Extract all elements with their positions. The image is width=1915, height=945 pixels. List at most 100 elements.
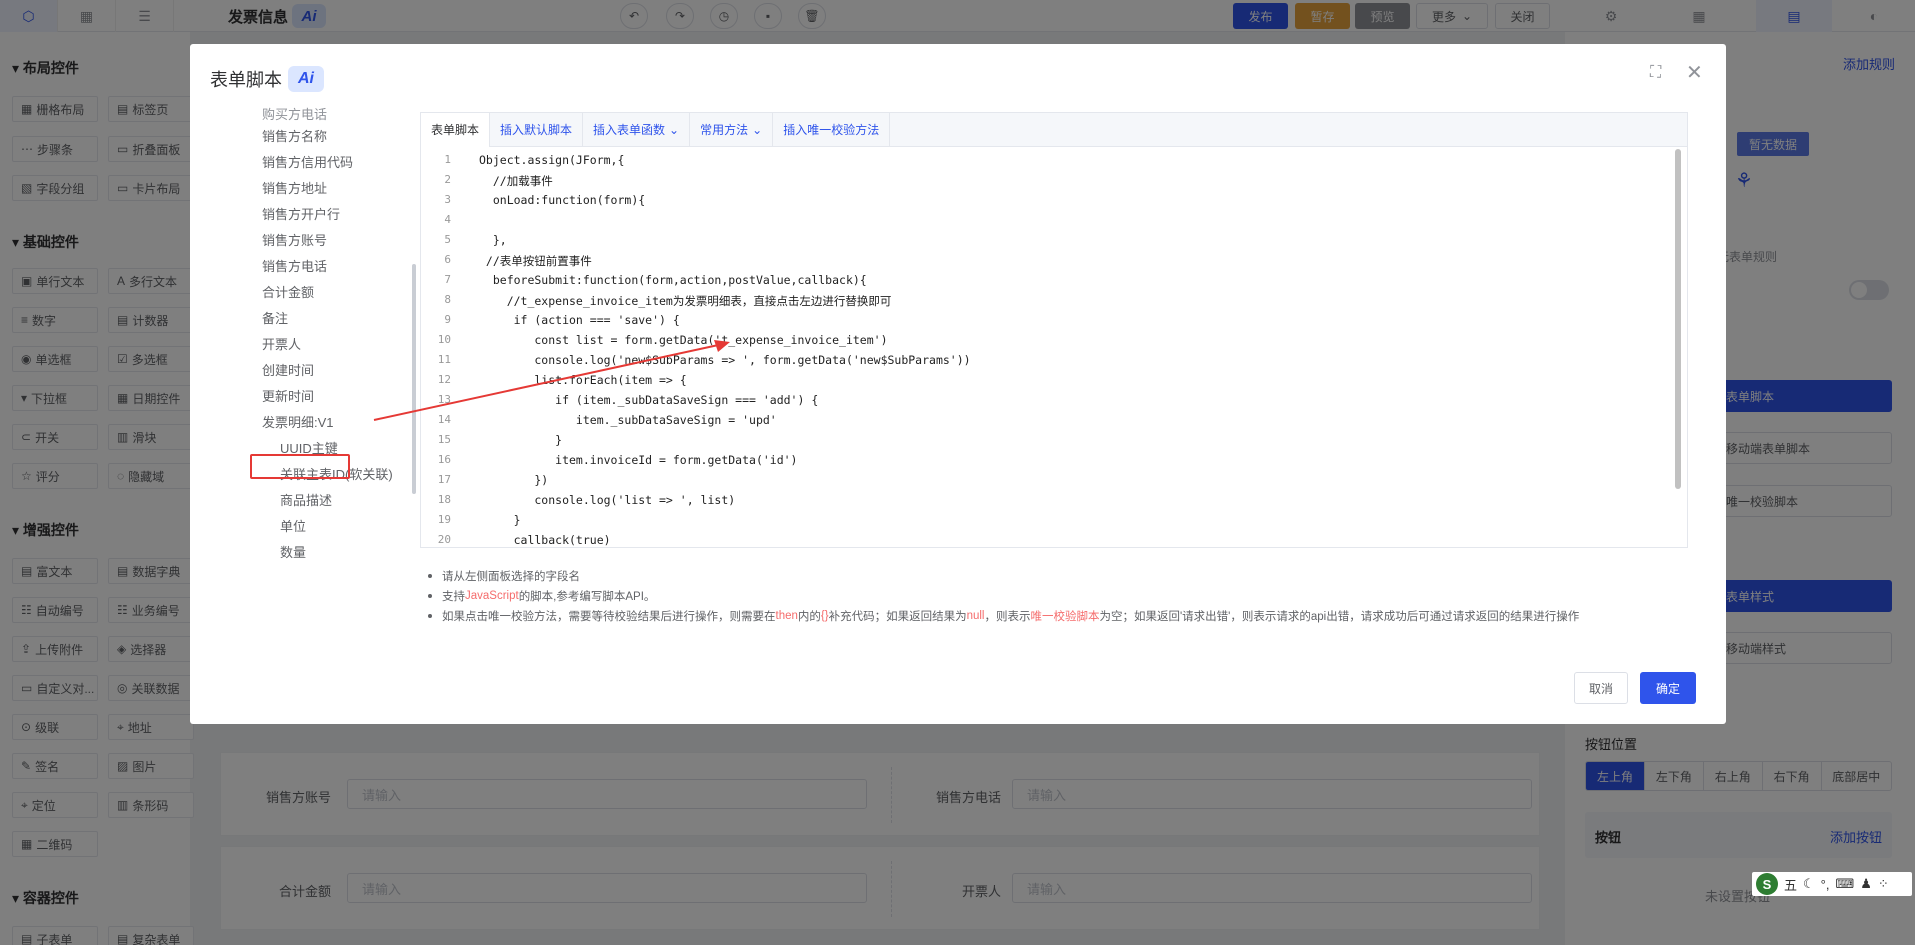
help-notes: 请从左侧面板选择的字段名 支持 JavaScript 的脚本,参考编写脚本API。 … bbox=[428, 566, 1579, 626]
line-number: 15 bbox=[437, 433, 451, 446]
line-number: 9 bbox=[444, 313, 451, 326]
tree-node[interactable]: 更新时间 bbox=[262, 386, 314, 405]
code-line[interactable]: } bbox=[479, 433, 562, 447]
code-area[interactable]: 1 Object.assign(JForm,{2 //加载事件 3 onLoad:f… bbox=[421, 147, 1687, 547]
punctuation-icon[interactable]: °, bbox=[1821, 877, 1830, 892]
tree-node[interactable]: 销售方地址 bbox=[262, 178, 327, 197]
common-methods-label: 常用方法 bbox=[700, 123, 749, 137]
code-line[interactable]: beforeSubmit:function(form,action,postVa… bbox=[479, 273, 867, 287]
note-text: 如果点击唯一校验方法，需要等待校验结果后进行操作，则需要在 bbox=[442, 611, 776, 623]
tree-node[interactable]: 销售方电话 bbox=[262, 256, 327, 275]
insert-unique-validation-button[interactable]: 插入唯一校验方法 bbox=[773, 112, 891, 147]
tree-child-node[interactable]: 商品描述 bbox=[280, 490, 332, 509]
code-line[interactable]: if (action === 'save') { bbox=[479, 313, 680, 327]
line-number: 18 bbox=[437, 493, 451, 506]
tab-form-script[interactable]: 表单脚本 bbox=[421, 112, 491, 147]
close-icon[interactable]: ✕ bbox=[1686, 60, 1703, 85]
form-script-dialog: 表单脚本 Ai ⛶ ✕ 购买方电话 销售方名称 销售方信用代码 销售方地址 销售… bbox=[190, 44, 1726, 724]
note-highlight: null bbox=[966, 610, 985, 622]
code-line[interactable]: //表单按钮前置事件 bbox=[479, 253, 592, 269]
code-line[interactable]: Object.assign(JForm,{ bbox=[479, 153, 624, 167]
code-line[interactable]: //加载事件 bbox=[479, 173, 553, 189]
tree-node[interactable]: 销售方开户行 bbox=[262, 204, 340, 223]
tree-node[interactable]: 合计金额 bbox=[262, 282, 314, 301]
script-editor: 表单脚本 插入默认脚本 插入表单函数 ⌄ 常用方法 ⌄ 插入唯一校验方法 1 Obje… bbox=[420, 112, 1688, 548]
ime-toolbar: S 五 ☾ °, ⌨ ♟ ⁘ bbox=[1752, 872, 1912, 896]
note-item: 支持 JavaScript 的脚本,参考编写脚本API。 bbox=[428, 586, 1579, 606]
code-line[interactable]: callback(true) bbox=[479, 533, 611, 547]
insert-form-function-dropdown[interactable]: 插入表单函数 ⌄ bbox=[583, 112, 691, 147]
tree-node[interactable]: 销售方名称 bbox=[262, 126, 327, 145]
code-line[interactable]: if (item._subDataSaveSign === 'add') { bbox=[479, 393, 818, 407]
line-number: 13 bbox=[437, 393, 451, 406]
code-line[interactable]: item._subDataSaveSign = 'upd' bbox=[479, 413, 777, 427]
line-number: 20 bbox=[437, 533, 451, 546]
editor-scrollbar[interactable] bbox=[1675, 149, 1681, 489]
code-line[interactable]: } bbox=[479, 513, 521, 527]
code-line[interactable]: }, bbox=[479, 233, 507, 247]
line-number: 17 bbox=[437, 473, 451, 486]
insert-form-function-label: 插入表单函数 bbox=[593, 123, 666, 137]
note-text: 请从左侧面板选择的字段名 bbox=[442, 571, 580, 583]
code-line[interactable]: list.forEach(item => { bbox=[479, 373, 686, 387]
moon-icon[interactable]: ☾ bbox=[1803, 876, 1815, 892]
chevron-down-icon: ⌄ bbox=[669, 122, 680, 137]
user-icon[interactable]: ♟ bbox=[1860, 876, 1872, 892]
tree-node-selected[interactable]: 发票明细:V1 bbox=[262, 412, 334, 431]
confirm-button[interactable]: 确定 bbox=[1640, 672, 1696, 704]
code-line[interactable]: onLoad:function(form){ bbox=[479, 193, 645, 207]
tree-node[interactable]: 创建时间 bbox=[262, 360, 314, 379]
ime-mode-label[interactable]: 五 bbox=[1784, 875, 1797, 894]
note-highlight: {} bbox=[820, 610, 829, 622]
code-line[interactable]: console.log('new$SubParams => ', form.ge… bbox=[479, 353, 970, 367]
selection-highlight bbox=[250, 454, 350, 479]
tree-node[interactable]: 销售方信用代码 bbox=[262, 152, 353, 171]
note-highlight: JavaScript bbox=[465, 590, 519, 602]
tree-node[interactable]: 销售方账号 bbox=[262, 230, 327, 249]
code-line[interactable]: //t_expense_invoice_item为发票明细表，直接点击左边进行替… bbox=[479, 293, 892, 309]
line-number: 19 bbox=[437, 513, 451, 526]
line-number: 5 bbox=[444, 233, 451, 246]
tree-child-node[interactable]: 单位 bbox=[280, 516, 306, 535]
line-number: 8 bbox=[444, 293, 451, 306]
code-line[interactable]: }) bbox=[479, 473, 548, 487]
note-text: ，则表示 bbox=[984, 611, 1031, 623]
line-number: 7 bbox=[444, 273, 451, 286]
line-number: 6 bbox=[444, 253, 451, 266]
tree-node[interactable]: 备注 bbox=[262, 308, 288, 327]
ai-icon[interactable]: Ai bbox=[288, 66, 324, 92]
tree-node[interactable]: 开票人 bbox=[262, 334, 301, 353]
note-text: 内的 bbox=[797, 611, 821, 623]
note-highlight: then bbox=[775, 610, 798, 622]
line-number: 12 bbox=[437, 373, 451, 386]
code-line[interactable]: item.invoiceId = form.getData('id') bbox=[479, 453, 797, 467]
dialog-title-text: 表单脚本 bbox=[210, 70, 282, 90]
note-text: 支持 bbox=[442, 591, 465, 603]
line-number: 3 bbox=[444, 193, 451, 206]
note-text: 补充代码；如果返回结果为 bbox=[828, 611, 967, 623]
chevron-down-icon: ⌄ bbox=[752, 122, 763, 137]
editor-toolbar: 表单脚本 插入默认脚本 插入表单函数 ⌄ 常用方法 ⌄ 插入唯一校验方法 bbox=[421, 112, 1687, 147]
sogou-icon[interactable]: S bbox=[1756, 873, 1778, 895]
keyboard-icon[interactable]: ⌨ bbox=[1835, 876, 1854, 892]
cancel-button[interactable]: 取消 bbox=[1574, 672, 1628, 704]
tree-scrollbar[interactable] bbox=[412, 264, 416, 494]
note-item: 如果点击唯一校验方法，需要等待校验结果后进行操作，则需要在 then 内的{} 补充代… bbox=[428, 606, 1579, 626]
code-line[interactable]: const list = form.getData('t_expense_inv… bbox=[479, 333, 887, 347]
grid-icon[interactable]: ⁘ bbox=[1878, 876, 1889, 892]
line-number: 16 bbox=[437, 453, 451, 466]
line-number: 10 bbox=[437, 333, 451, 346]
line-number: 1 bbox=[444, 153, 451, 166]
code-line[interactable]: console.log('list => ', list) bbox=[479, 493, 735, 507]
tree-child-node[interactable]: 数量 bbox=[280, 542, 306, 561]
fullscreen-icon[interactable]: ⛶ bbox=[1650, 64, 1661, 82]
line-number: 11 bbox=[437, 353, 451, 366]
note-text: 为空；如果返回'请求出错'，则表示请求的api出错，请求成功后可通过请求返回的结… bbox=[1099, 611, 1580, 623]
line-number: 4 bbox=[444, 213, 451, 226]
insert-default-script-button[interactable]: 插入默认脚本 bbox=[490, 112, 584, 147]
note-highlight: 唯一校验脚本 bbox=[1030, 611, 1100, 623]
tree-node[interactable]: 购买方电话 bbox=[262, 106, 327, 123]
common-methods-dropdown[interactable]: 常用方法 ⌄ bbox=[690, 112, 774, 147]
dialog-title: 表单脚本 Ai bbox=[210, 66, 324, 92]
note-item: 请从左侧面板选择的字段名 bbox=[428, 566, 1579, 586]
